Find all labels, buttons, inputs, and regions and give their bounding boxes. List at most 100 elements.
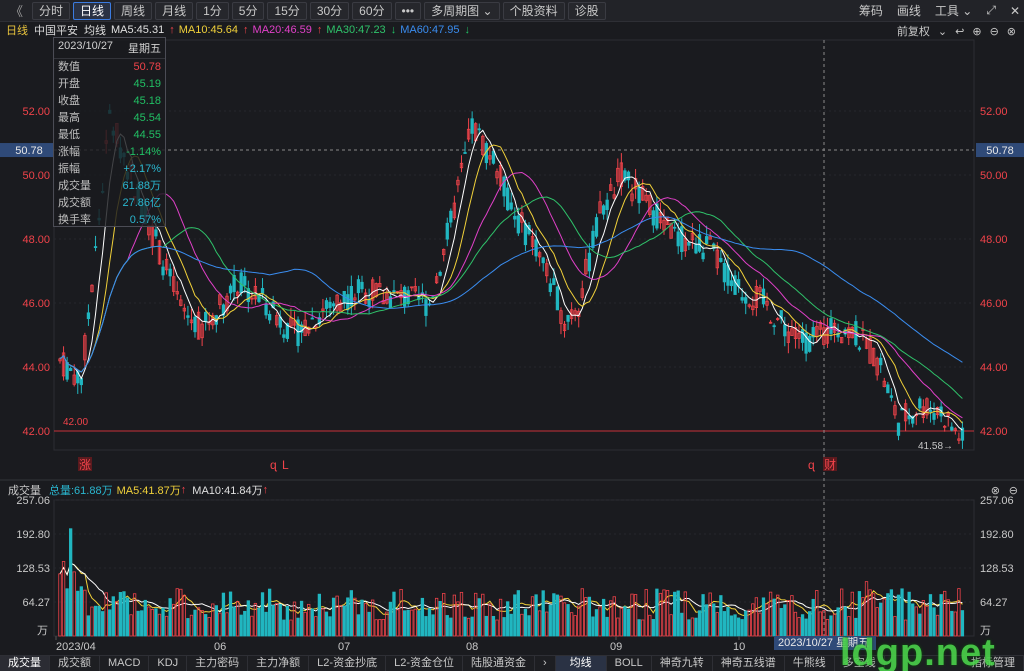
tooltip-label: 数值 — [58, 61, 80, 73]
volume-bar — [431, 614, 435, 637]
marker-cai: 财 — [824, 458, 836, 472]
tab-l2-position[interactable]: L2-资金仓位 — [386, 656, 463, 671]
volume-bar — [207, 617, 211, 637]
volume-bar — [751, 603, 755, 637]
volume-tick-right: 192.80 — [980, 529, 1014, 541]
volume-close-icon[interactable]: ⊖ — [1009, 484, 1018, 497]
volume-bar — [282, 619, 286, 637]
candle-body — [356, 279, 361, 294]
volume-bar — [545, 611, 549, 637]
volume-bar — [648, 614, 652, 637]
volume-bar — [122, 591, 126, 637]
volume-bar — [868, 589, 872, 637]
tab-main-code[interactable]: 主力密码 — [187, 656, 249, 671]
volume-ma10-line — [59, 562, 963, 613]
tab-nine-turn[interactable]: 神奇九转 — [652, 656, 713, 671]
ma10-line — [59, 144, 963, 424]
volume-bar — [168, 598, 172, 637]
candle-body — [477, 128, 481, 131]
tab-five-line[interactable]: 神奇五线谱 — [713, 656, 785, 671]
volume-bar — [196, 607, 201, 637]
price-tick-right: 50.00 — [980, 170, 1008, 182]
tab-kdj[interactable]: KDJ — [149, 656, 188, 671]
volume-bar — [804, 618, 808, 637]
volume-bar — [555, 594, 560, 637]
volume-ma5: MA5:41.87万 — [116, 485, 181, 497]
volume-bar — [793, 611, 798, 637]
volume-bar — [907, 591, 911, 637]
tab-bull-bear[interactable]: 牛熊线 — [785, 656, 835, 671]
volume-bar — [662, 589, 666, 637]
volume-bar — [239, 614, 243, 637]
price-tick-right: 52.00 — [980, 106, 1008, 118]
tooltip-label: 换手率 — [58, 214, 91, 226]
candle-body — [513, 215, 517, 220]
tab-northbound[interactable]: 陆股通资金 — [463, 656, 535, 671]
volume-bar — [363, 603, 368, 637]
volume-bar — [658, 592, 663, 637]
volume-tick-right: 64.27 — [980, 597, 1008, 609]
volume-bar — [701, 594, 705, 637]
tab-amount[interactable]: 成交额 — [50, 656, 100, 671]
volume-bar — [523, 608, 528, 637]
volume-bar — [140, 610, 144, 637]
tooltip-value: 0.57% — [129, 214, 161, 226]
volume-bar — [413, 608, 417, 637]
tooltip-value: 44.55 — [133, 129, 161, 141]
volume-bar — [378, 619, 382, 637]
candle-body — [800, 329, 805, 343]
volume-bar — [410, 609, 414, 637]
tab-ma[interactable]: 均线 — [555, 656, 607, 671]
volume-bar — [392, 591, 396, 637]
candle-body — [783, 324, 787, 337]
candle-body — [772, 325, 776, 328]
volume-settings-icon[interactable]: ⊗ — [991, 484, 1000, 497]
candle-body — [680, 226, 684, 252]
tooltip-value: 50.78 — [133, 61, 161, 73]
tooltip-value: 27.86亿 — [122, 197, 161, 209]
candle-body — [86, 312, 91, 320]
tab-boll[interactable]: BOLL — [607, 656, 652, 671]
tab-main-net[interactable]: 主力净额 — [248, 656, 310, 671]
time-tick-label: 06 — [214, 641, 226, 653]
tab-volume[interactable]: 成交量 — [0, 656, 50, 671]
volume-bar — [577, 605, 581, 637]
stock-chart-app: 《 分时 日线 周线 月线 1分 5分 15分 30分 60分 ••• 多周期图… — [0, 0, 1024, 671]
tooltip-value: 45.19 — [133, 78, 161, 90]
tab-macd[interactable]: MACD — [100, 656, 150, 671]
candle-body — [282, 334, 286, 338]
volume-bar — [516, 590, 520, 637]
candle-body — [704, 236, 709, 245]
volume-bar — [655, 588, 659, 637]
volume-bar — [303, 611, 307, 637]
price-tick-left: 42.00 — [22, 426, 50, 438]
volume-bar — [552, 593, 556, 637]
volume-bar — [808, 611, 812, 637]
volume-bar — [747, 609, 751, 637]
volume-bar — [619, 607, 624, 637]
tab-l2-bottom[interactable]: L2-资金抄底 — [309, 656, 387, 671]
volume-bar — [459, 591, 464, 637]
candle-body — [69, 368, 73, 371]
candle-body — [346, 294, 350, 311]
volume-bar — [825, 618, 830, 637]
volume-bar — [477, 598, 481, 637]
price-tick-left: 52.00 — [22, 106, 50, 118]
candle-body — [502, 176, 506, 197]
volume-bar — [204, 614, 208, 637]
volume-bar — [310, 608, 314, 637]
candle-body — [310, 317, 314, 320]
candle-body — [331, 303, 336, 307]
volume-bar — [573, 615, 577, 637]
tooltip-value: 61.88万 — [122, 180, 161, 192]
volume-bar — [566, 604, 570, 637]
volume-bar — [157, 613, 162, 637]
volume-bar — [371, 599, 375, 637]
cursor-price-left: 50.78 — [15, 145, 43, 157]
volume-bar — [331, 597, 336, 637]
volume-bar — [374, 619, 378, 637]
candle-body — [626, 171, 631, 181]
tabs-next-icon[interactable]: › — [535, 656, 556, 671]
volume-bar — [832, 613, 837, 637]
volume-bar — [783, 604, 787, 637]
